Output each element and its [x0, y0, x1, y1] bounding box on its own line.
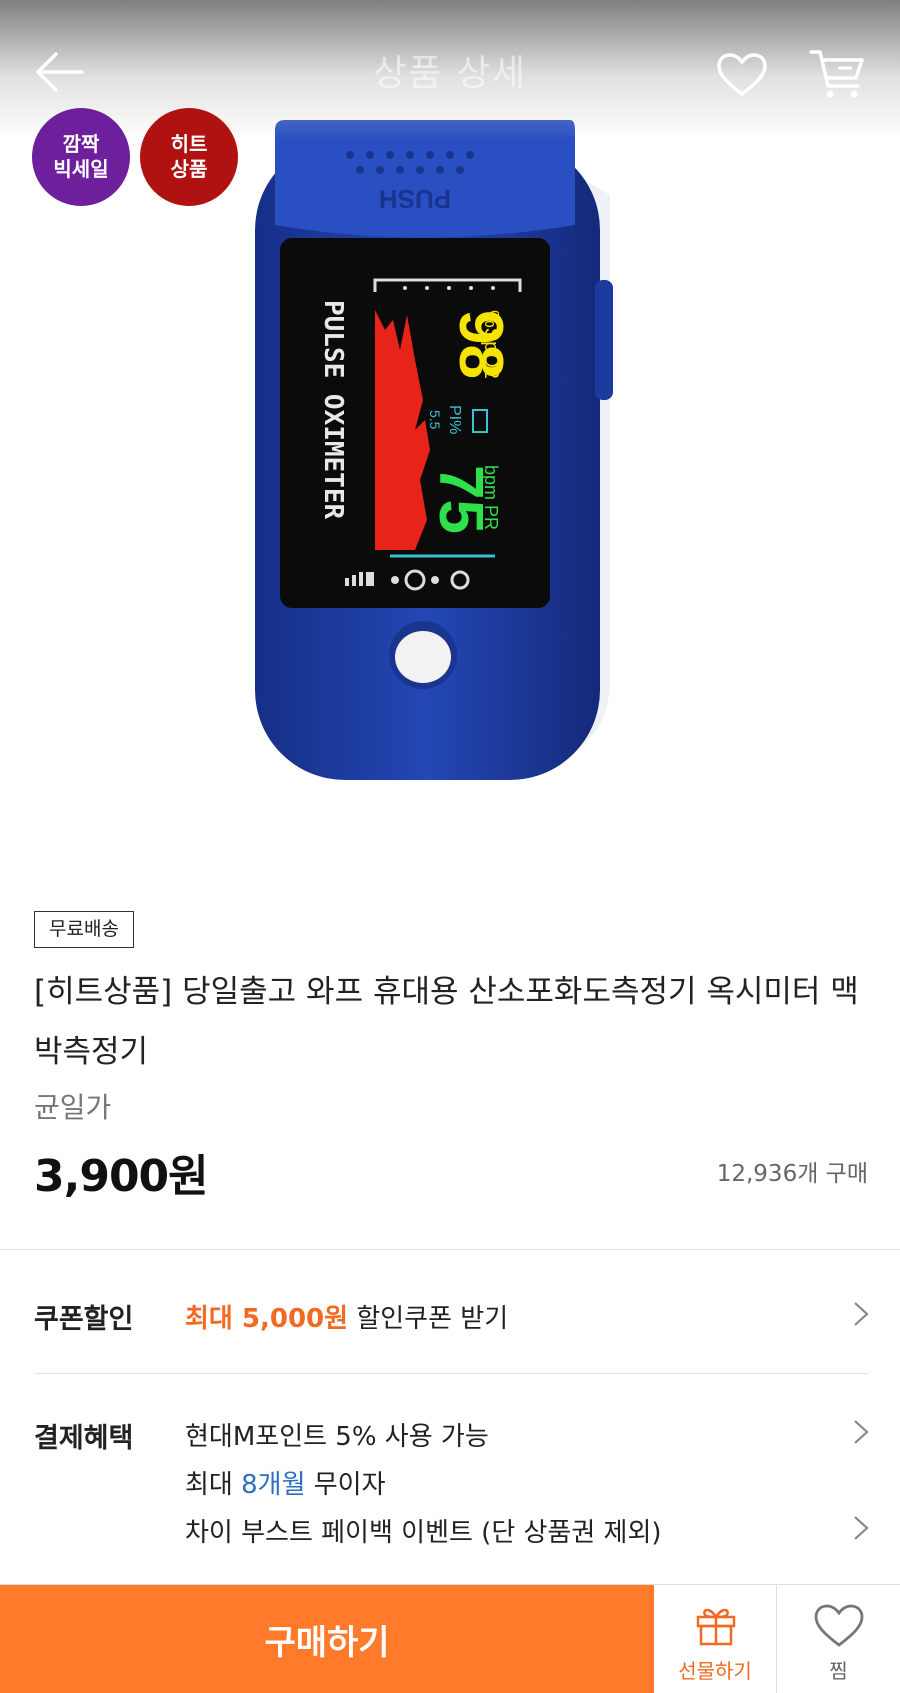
hyundai-point-text[interactable]: 현대M포인트 5% 사용 가능 [185, 1416, 489, 1453]
product-price: 3,900원 [34, 1151, 209, 1202]
coupon-text: 최대 5,000원 할인쿠폰 받기 [185, 1298, 508, 1335]
cart-icon[interactable] [808, 46, 866, 100]
chevron-right-icon[interactable] [852, 1514, 870, 1542]
top-navigation-bar: 상품 상세 [0, 0, 900, 140]
product-image-area: PUSH PULSE OXIMETER 98 %SpO2 PI% 5.5 75 … [0, 0, 900, 860]
coupon-max-amount: 최대 5,000원 [185, 1304, 349, 1334]
svg-text:bpm PR: bpm PR [481, 465, 501, 530]
wishlist-button[interactable]: 찜 [777, 1585, 900, 1693]
coupon-get-text: 할인쿠폰 받기 [356, 1304, 509, 1334]
product-title: [히트상품] 당일출고 와프 휴대용 산소포화도측정기 옥시미터 맥박측정기 [34, 974, 859, 1070]
svg-text:PI%: PI% [446, 405, 463, 434]
wishlist-label: 찜 [829, 1659, 848, 1683]
chevron-right-icon[interactable] [852, 1300, 870, 1328]
svg-text:5.5: 5.5 [427, 410, 443, 430]
bottom-action-bar: 구매하기 선물하기 찜 [0, 1584, 900, 1693]
gift-button[interactable]: 선물하기 [654, 1585, 777, 1693]
push-label: PUSH [379, 184, 451, 214]
gift-icon [696, 1608, 736, 1646]
heart-icon[interactable] [716, 52, 768, 98]
surprise-big-sale-badge: 깜짝 빅세일 [32, 108, 130, 206]
hit-product-badge: 히트 상품 [140, 108, 238, 206]
brand-text: PULSE OXIMETER [318, 300, 348, 519]
buy-button[interactable]: 구매하기 [0, 1585, 654, 1693]
chai-payback-text[interactable]: 차이 부스트 페이백 이벤트 (단 상품권 제외) [185, 1512, 662, 1549]
installment-months: 8개월 [241, 1470, 306, 1500]
svg-text:%SpO2: %SpO2 [480, 310, 502, 379]
heart-icon [814, 1604, 864, 1647]
purchase-count: 12,936개 구매 [716, 1161, 868, 1187]
free-shipping-tag: 무료배송 [34, 911, 134, 948]
gift-label: 선물하기 [678, 1659, 752, 1683]
coupon-label: 쿠폰할인 [34, 1304, 134, 1335]
chevron-right-icon[interactable] [852, 1418, 870, 1446]
price-label: 균일가 [34, 1091, 112, 1124]
section-divider [0, 1249, 900, 1250]
row-divider [34, 1373, 868, 1374]
installment-text: 최대 8개월 무이자 [185, 1470, 386, 1500]
pulse-oximeter-image: PUSH PULSE OXIMETER 98 %SpO2 PI% 5.5 75 … [255, 120, 613, 780]
payment-benefits-label: 결제혜택 [34, 1423, 134, 1454]
